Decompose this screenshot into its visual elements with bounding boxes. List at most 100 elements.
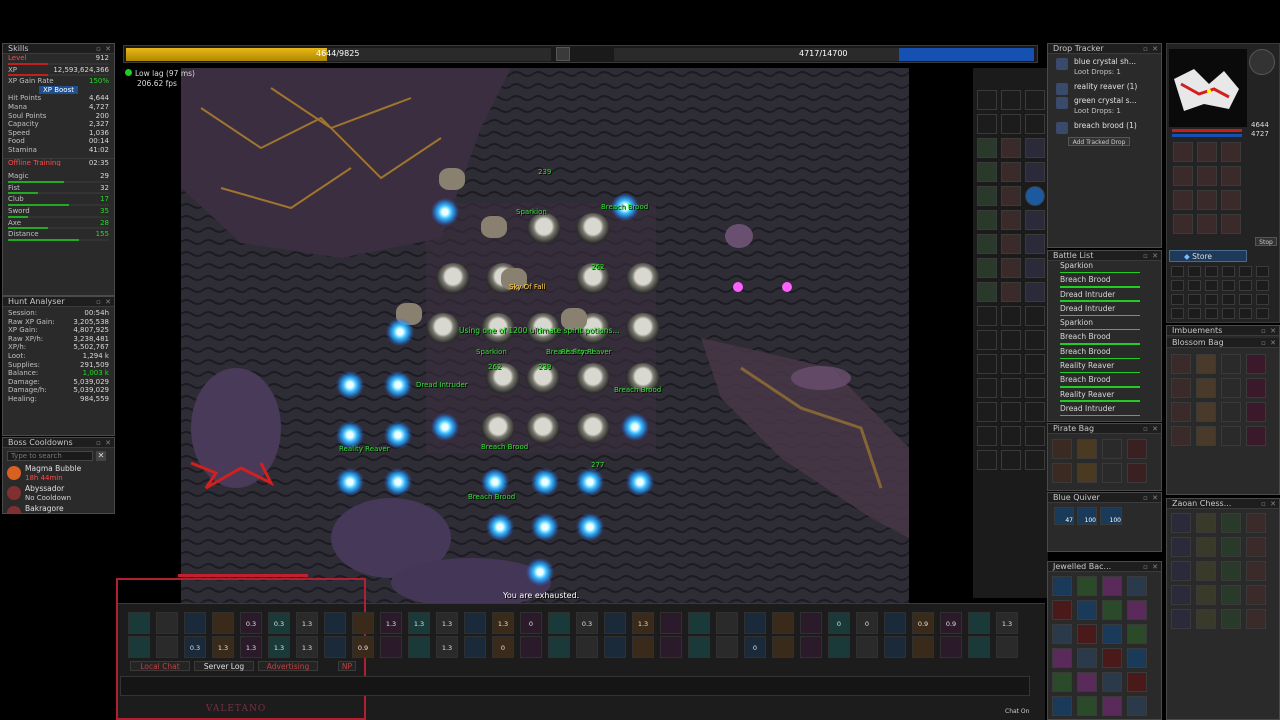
equipment-slot[interactable] — [1001, 354, 1021, 374]
boss-search-input[interactable]: Type to search — [7, 451, 93, 461]
equipment-slot[interactable] — [977, 450, 997, 470]
equipment-slot[interactable] — [977, 402, 997, 422]
hotkey-slot[interactable] — [464, 636, 486, 658]
hotkey-slot[interactable]: 0.9 — [940, 612, 962, 634]
equipment-slot[interactable] — [977, 378, 997, 398]
hotkey-slot[interactable] — [996, 636, 1018, 658]
item-slot[interactable] — [1077, 696, 1097, 716]
quick-action-icon[interactable] — [1239, 266, 1252, 277]
panel-buttons[interactable]: ▫ ✕ — [1261, 338, 1277, 347]
equipment-slot[interactable] — [977, 258, 997, 278]
equipment-slot[interactable] — [1001, 378, 1021, 398]
mini-equipment-slot[interactable] — [1221, 166, 1241, 186]
item-slot[interactable] — [1052, 439, 1072, 459]
hotkey-slot[interactable]: 0.3 — [240, 612, 262, 634]
quick-action-icon[interactable] — [1256, 294, 1269, 305]
panel-buttons[interactable]: ▫ ✕ — [1261, 499, 1277, 508]
quiver-slot[interactable]: 47 — [1054, 507, 1074, 525]
creature[interactable] — [526, 413, 560, 447]
item-slot[interactable] — [1221, 513, 1241, 533]
creature[interactable] — [626, 313, 660, 347]
quick-action-icon[interactable] — [1239, 294, 1252, 305]
item-slot[interactable] — [1052, 600, 1072, 620]
item-slot[interactable] — [1052, 648, 1072, 668]
item-slot[interactable] — [1127, 672, 1147, 692]
hotkey-slot[interactable] — [408, 636, 430, 658]
hotkey-slot[interactable]: 1.3 — [268, 636, 290, 658]
hotkey-slot[interactable] — [912, 636, 934, 658]
hotkey-slot[interactable] — [520, 636, 542, 658]
item-slot[interactable] — [1246, 378, 1266, 398]
item-slot[interactable] — [1221, 537, 1241, 557]
hotkey-slot[interactable]: 0.3 — [184, 636, 206, 658]
quick-action-icon[interactable] — [1239, 308, 1252, 319]
mini-equipment-slot[interactable] — [1221, 214, 1241, 234]
hotkey-slot[interactable]: 1.3 — [240, 636, 262, 658]
mini-equipment-slot[interactable] — [1197, 142, 1217, 162]
item-slot[interactable] — [1102, 672, 1122, 692]
hotkey-slot[interactable] — [156, 636, 178, 658]
equipment-slot[interactable] — [1025, 90, 1045, 110]
hotkey-slot[interactable] — [156, 612, 178, 634]
item-slot[interactable] — [1196, 354, 1216, 374]
item-slot[interactable] — [1127, 439, 1147, 459]
quick-action-icon[interactable] — [1256, 266, 1269, 277]
quick-action-icon[interactable] — [1256, 308, 1269, 319]
item-slot[interactable] — [1246, 402, 1266, 422]
hotkey-slot[interactable] — [380, 636, 402, 658]
item-slot[interactable] — [1102, 576, 1122, 596]
hotkey-slot[interactable]: 1.3 — [296, 636, 318, 658]
equipment-slot[interactable] — [977, 234, 997, 254]
hotkey-slot[interactable] — [828, 636, 850, 658]
item-slot[interactable] — [1077, 600, 1097, 620]
quick-action-icon[interactable] — [1205, 294, 1218, 305]
center-button[interactable] — [556, 47, 570, 61]
item-slot[interactable] — [1221, 354, 1241, 374]
equipment-slot[interactable] — [977, 114, 997, 134]
creature[interactable] — [576, 413, 610, 447]
hotkey-slot[interactable] — [184, 612, 206, 634]
item-slot[interactable] — [1196, 378, 1216, 398]
boss-item[interactable]: Abyssador No Cooldown — [3, 484, 114, 504]
item-slot[interactable] — [1102, 624, 1122, 644]
item-slot[interactable] — [1246, 354, 1266, 374]
mini-equipment-slot[interactable] — [1197, 214, 1217, 234]
item-slot[interactable] — [1052, 696, 1072, 716]
mini-equipment-slot[interactable] — [1221, 142, 1241, 162]
equipment-slot[interactable] — [1025, 186, 1045, 206]
quick-action-icon[interactable] — [1171, 308, 1184, 319]
chat-input[interactable] — [120, 676, 1030, 696]
item-slot[interactable] — [1052, 672, 1072, 692]
hotkey-slot[interactable]: 1.3 — [436, 612, 458, 634]
store-button[interactable]: ◆ Store — [1169, 250, 1247, 262]
item-slot[interactable] — [1127, 463, 1147, 483]
item-slot[interactable] — [1127, 624, 1147, 644]
equipment-slot[interactable] — [977, 186, 997, 206]
item-slot[interactable] — [1196, 513, 1216, 533]
mini-equipment-slot[interactable] — [1173, 142, 1193, 162]
hotkey-slot[interactable]: 0.3 — [576, 612, 598, 634]
panel-buttons[interactable]: ▫ ✕ — [1261, 326, 1277, 335]
item-slot[interactable] — [1246, 537, 1266, 557]
quick-action-icon[interactable] — [1222, 308, 1235, 319]
minimap[interactable] — [1169, 49, 1247, 127]
item-slot[interactable] — [1127, 696, 1147, 716]
item-slot[interactable] — [1246, 513, 1266, 533]
hotkey-slot[interactable]: 1.3 — [212, 636, 234, 658]
hotkey-slot[interactable] — [688, 636, 710, 658]
panel-buttons[interactable]: ▫ ✕ — [1143, 562, 1159, 571]
creature[interactable] — [576, 363, 610, 397]
item-slot[interactable] — [1127, 600, 1147, 620]
battle-entry[interactable]: Breach Brood — [1048, 375, 1161, 389]
item-slot[interactable] — [1196, 402, 1216, 422]
quick-action-icon[interactable] — [1171, 294, 1184, 305]
item-slot[interactable] — [1077, 672, 1097, 692]
hotkey-slot[interactable] — [660, 636, 682, 658]
quick-action-icon[interactable] — [1188, 308, 1201, 319]
hotkey-slot[interactable] — [128, 636, 150, 658]
quick-action-icon[interactable] — [1188, 294, 1201, 305]
battle-entry[interactable]: Reality Reaver — [1048, 361, 1161, 375]
drop-item[interactable]: blue crystal sh... Loot Drops: 1 — [1048, 56, 1161, 81]
battle-entry[interactable]: Breach Brood — [1048, 332, 1161, 346]
creature[interactable] — [436, 263, 470, 297]
